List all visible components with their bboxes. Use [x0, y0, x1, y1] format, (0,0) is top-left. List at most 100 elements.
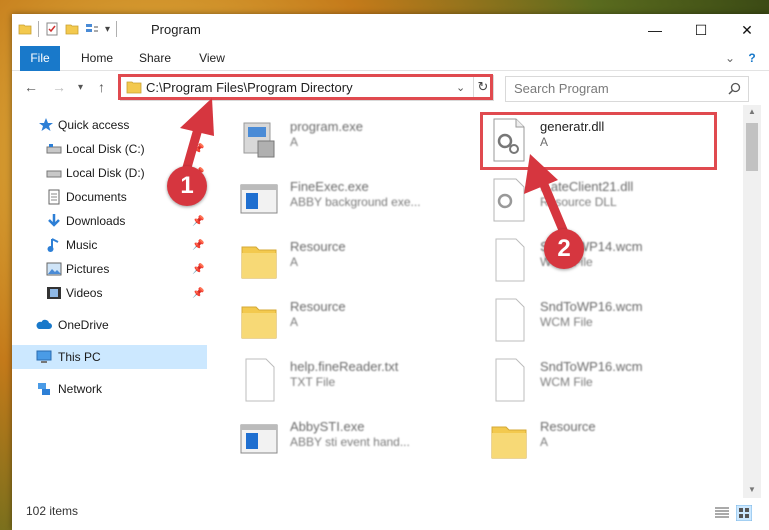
ribbon-tabs: File Home Share View ⌄ ? — [12, 46, 769, 100]
folder-icon — [241, 306, 277, 339]
help-icon[interactable]: ? — [744, 46, 760, 70]
minimize-button[interactable]: — — [632, 14, 678, 46]
details-view-icon[interactable] — [714, 506, 730, 520]
file-item[interactable]: program.exe A — [238, 113, 478, 167]
pc-icon — [36, 350, 52, 363]
close-icon: ✕ — [741, 21, 753, 38]
file-item[interactable]: AbbySTI.exe ABBY sti event hand... — [238, 413, 478, 467]
file-subtitle: WCM File — [540, 315, 593, 329]
sidebar-item-pictures[interactable]: Pictures 📌 — [12, 257, 207, 281]
sidebar-item-downloads[interactable]: Downloads 📌 — [12, 209, 207, 233]
download-icon — [48, 214, 60, 227]
file-subtitle: A — [290, 135, 299, 149]
search-input[interactable]: Search Program — [505, 76, 749, 102]
large-icons-view-icon[interactable] — [736, 505, 752, 521]
properties-icon[interactable] — [45, 22, 59, 36]
folder-icon — [491, 426, 527, 459]
sidebar-item-label: Network — [58, 382, 103, 396]
sidebar-item-label: Documents — [66, 190, 127, 204]
file-item[interactable]: SndToWP16.wcm WCM File — [488, 293, 728, 347]
recent-dropdown-icon[interactable]: ▾ — [78, 82, 83, 93]
file-subtitle: TXT File — [290, 375, 336, 389]
pin-icon[interactable]: 📌 — [192, 240, 204, 251]
window-exe-icon — [240, 424, 278, 454]
drive-icon — [46, 170, 62, 178]
file-name: Resource — [540, 419, 596, 434]
scroll-thumb[interactable] — [746, 123, 758, 171]
file-subtitle: ABBY sti event hand... — [290, 435, 410, 449]
sidebar-item-onedrive[interactable]: OneDrive — [12, 313, 207, 337]
scroll-down-icon[interactable]: ▼ — [748, 485, 756, 494]
qa-dropdown-icon[interactable]: ▾ — [105, 24, 110, 35]
file-item[interactable]: help.fineReader.txt TXT File — [238, 353, 478, 407]
file-name: FineExec.exe — [290, 179, 369, 194]
tab-home[interactable]: Home — [74, 46, 120, 70]
callout-1: 1 — [167, 166, 207, 206]
cloud-icon — [36, 319, 52, 329]
new-folder-icon[interactable] — [65, 22, 79, 36]
file-subtitle: WCM File — [540, 375, 593, 389]
pin-icon[interactable]: 📌 — [192, 264, 204, 275]
window-exe-icon — [240, 184, 278, 214]
explorer-window: ▾ Program — ☐ ✕ File Home Share View ⌄ ?… — [12, 14, 769, 530]
pictures-icon — [46, 262, 62, 276]
window-title: Program — [151, 22, 201, 37]
folder-icon — [241, 246, 277, 279]
file-name: program.exe — [290, 119, 363, 134]
sidebar-item-videos[interactable]: Videos 📌 — [12, 281, 207, 305]
file-name: help.fineReader.txt — [290, 359, 399, 374]
search-placeholder: Search Program — [514, 81, 609, 96]
sidebar-item-label: Music — [66, 238, 98, 252]
sidebar-item-label: Local Disk (D:) — [66, 166, 145, 180]
pin-icon[interactable]: 📌 — [192, 216, 204, 227]
forward-arrow-icon[interactable]: → — [52, 79, 66, 95]
scroll-up-icon[interactable]: ▲ — [748, 107, 756, 116]
blank-file-icon — [495, 358, 525, 402]
file-subtitle: A — [290, 315, 299, 329]
callout-2: 2 — [544, 229, 584, 269]
file-item[interactable]: Resource A — [238, 293, 478, 347]
star-icon — [39, 118, 53, 131]
close-button[interactable]: ✕ — [724, 14, 769, 46]
file-item[interactable]: SndToWP16.wcm WCM File — [488, 353, 728, 407]
sidebar-item-music[interactable]: Music 📌 — [12, 233, 207, 257]
maximize-button[interactable]: ☐ — [678, 14, 724, 46]
sidebar-item-label: This PC — [58, 350, 101, 364]
quick-access-toolbar: ▾ — [18, 21, 118, 37]
ribbon-expand-icon[interactable]: ⌄ — [722, 46, 738, 70]
network-icon — [38, 383, 50, 395]
divider — [38, 21, 39, 37]
vertical-scrollbar[interactable]: ▲ ▼ — [743, 105, 761, 498]
blank-file-icon — [245, 358, 275, 402]
customize-icon[interactable] — [85, 22, 99, 36]
installer-icon — [243, 122, 275, 158]
file-subtitle: ABBY background exe... — [290, 195, 421, 209]
back-arrow-icon[interactable]: ← — [24, 79, 38, 95]
status-bar: 102 items — [12, 500, 769, 530]
file-item[interactable]: Resource A — [488, 413, 728, 467]
search-icon — [728, 82, 741, 95]
sidebar-item-label: Quick access — [58, 118, 130, 132]
file-item[interactable]: Resource A — [238, 233, 478, 287]
file-name: AbbySTI.exe — [290, 419, 365, 434]
tab-share[interactable]: Share — [132, 46, 178, 70]
sidebar-item-label: OneDrive — [58, 318, 109, 332]
up-arrow-icon[interactable]: ↑ — [98, 79, 105, 95]
file-name: SndToWP16.wcm — [540, 359, 643, 374]
documents-icon — [48, 189, 60, 205]
file-subtitle: A — [540, 435, 549, 449]
music-icon — [47, 238, 59, 252]
minimize-icon: — — [648, 22, 662, 38]
sidebar-item-this-pc[interactable]: This PC — [12, 345, 207, 369]
sidebar-item-label: Downloads — [66, 214, 126, 228]
sidebar-item-label: Videos — [66, 286, 103, 300]
pin-icon[interactable]: 📌 — [192, 288, 204, 299]
item-count: 102 items — [26, 504, 79, 518]
sidebar-item-network[interactable]: Network — [12, 377, 207, 401]
drive-icon — [46, 144, 62, 154]
file-item[interactable]: FineExec.exe ABBY background exe... — [238, 173, 478, 227]
title-bar: ▾ Program — ☐ ✕ — [12, 14, 769, 46]
tab-view[interactable]: View — [192, 46, 232, 70]
sidebar-item-label: Local Disk (C:) — [66, 142, 145, 156]
file-subtitle: A — [290, 255, 299, 269]
